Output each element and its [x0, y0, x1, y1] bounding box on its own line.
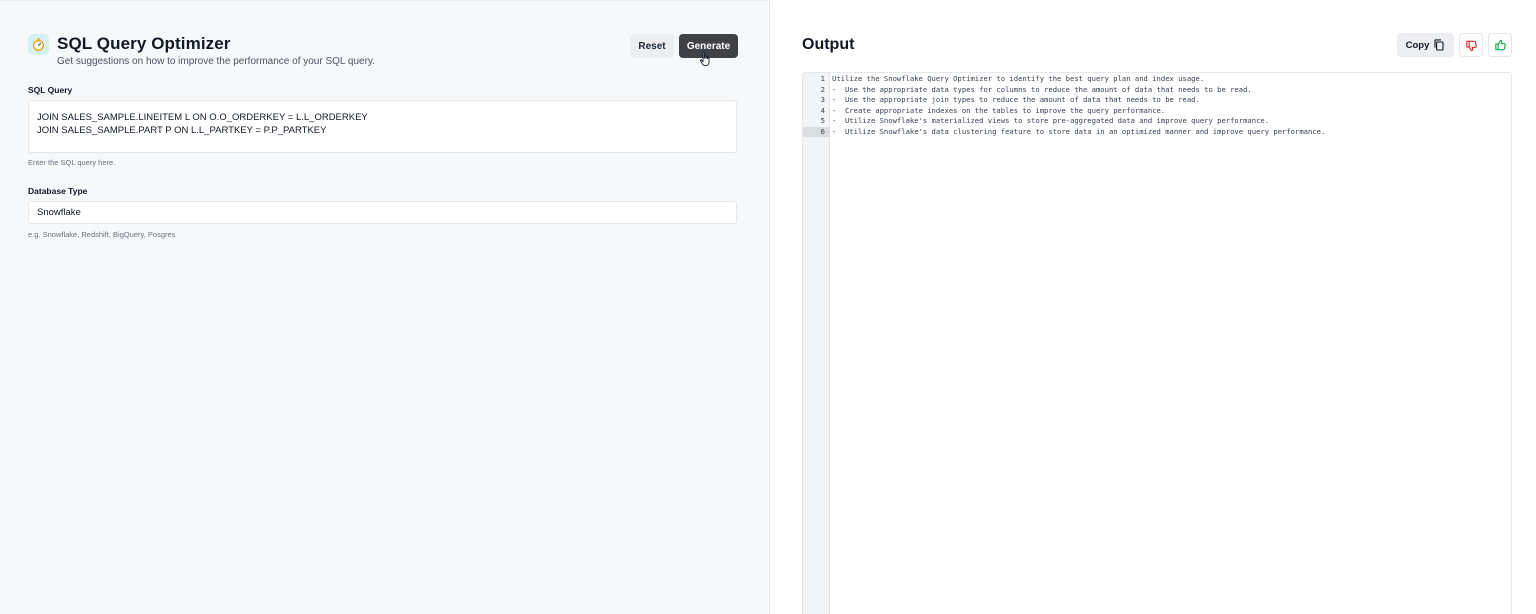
output-line: - Use the appropriate data types for col… — [832, 84, 1252, 94]
line-number: 2 — [820, 84, 825, 94]
sql-query-textarea[interactable]: JOIN SALES_SAMPLE.LINEITEM L ON O.O_ORDE… — [28, 100, 737, 153]
sql-query-label: SQL Query — [28, 85, 73, 95]
active-line-number: 6 — [803, 126, 830, 137]
output-panel: Output Copy 1 2 3 4 5 6 Utilize the Snow… — [770, 0, 1536, 614]
output-line: - Use the appropriate join types to redu… — [832, 95, 1200, 104]
line-number: 4 — [820, 105, 825, 115]
database-type-input[interactable]: Snowflake — [28, 201, 737, 224]
output-line: - Utilize Snowflake's materialized views… — [832, 116, 1270, 125]
thumbs-up-icon — [1494, 39, 1506, 50]
sql-query-line: JOIN SALES_SAMPLE.LINEITEM L ON O.O_ORDE… — [37, 112, 368, 123]
sql-query-line: JOIN SALES_SAMPLE.PART P ON L.L_PARTKEY … — [37, 125, 327, 136]
hand-cursor-icon — [699, 51, 710, 67]
output-line: - Utilize Snowflake's data clustering fe… — [832, 126, 1326, 136]
line-number-gutter: 1 2 3 4 5 6 — [803, 73, 830, 614]
app-subtitle: Get suggestions on how to improve the pe… — [57, 56, 375, 67]
input-panel: SQL Query Optimizer Get suggestions on h… — [0, 0, 770, 614]
copy-button[interactable]: Copy — [1397, 33, 1454, 57]
app-title: SQL Query Optimizer — [57, 34, 231, 53]
database-type-value: Snowflake — [37, 207, 81, 218]
output-line: - Create appropriate indexes on the tabl… — [832, 105, 1166, 115]
output-line: Utilize the Snowflake Query Optimizer to… — [832, 74, 1205, 83]
reset-button[interactable]: Reset — [630, 34, 674, 58]
database-type-helper: e.g. Snowflake, Redshift, BigQuery, Posg… — [28, 230, 176, 239]
thumbs-up-button[interactable] — [1488, 33, 1512, 57]
thumbs-down-button[interactable] — [1459, 33, 1483, 57]
copy-icon — [1434, 39, 1444, 51]
line-number: 5 — [820, 116, 825, 125]
copy-label: Copy — [1405, 39, 1430, 51]
database-type-label: Database Type — [28, 186, 88, 196]
output-title: Output — [802, 36, 855, 53]
output-editor[interactable]: 1 2 3 4 5 6 Utilize the Snowflake Query … — [802, 72, 1512, 614]
line-number: 1 — [820, 74, 825, 83]
stopwatch-icon — [28, 34, 49, 55]
line-number: 3 — [820, 95, 825, 104]
thumbs-down-icon — [1465, 40, 1477, 51]
sql-query-helper: Enter the SQL query here. — [28, 158, 116, 167]
